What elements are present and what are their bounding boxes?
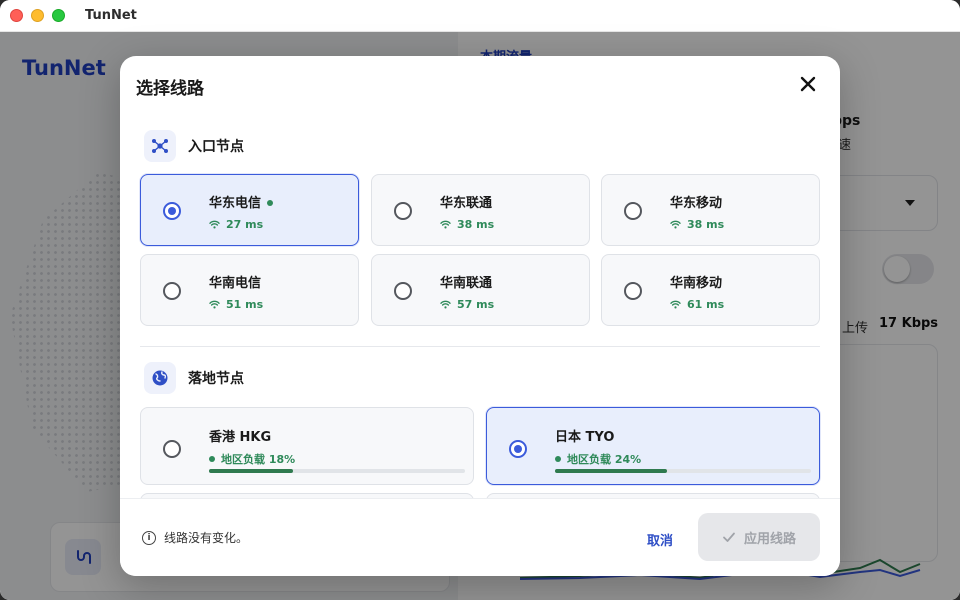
exit-option[interactable]: 香港 HKG 地区负载 18%	[140, 407, 474, 485]
footer-note: i 线路没有变化。	[142, 529, 248, 546]
entry-option[interactable]: 华东联通 38 ms	[371, 174, 590, 246]
entry-option[interactable]: 华东电信 27 ms	[140, 174, 359, 246]
dialog-header: 选择线路	[120, 56, 840, 114]
apply-route-label: 应用线路	[743, 531, 796, 547]
entry-section-header: 入口节点	[144, 130, 244, 162]
radio-button[interactable]	[624, 202, 642, 220]
exit-option-load: 地区负载 24%	[555, 451, 641, 467]
signal-icon	[440, 300, 451, 309]
title-bar: TunNet	[0, 0, 960, 32]
radio-button[interactable]	[394, 202, 412, 220]
radio-button[interactable]	[394, 282, 412, 300]
exit-option-name: 香港 HKG	[209, 430, 272, 445]
entry-section-label: 入口节点	[188, 139, 244, 155]
cancel-button[interactable]: 取消	[632, 523, 688, 555]
entry-option-name: 华南联通	[440, 276, 493, 291]
entry-option[interactable]: 华南电信 51 ms	[140, 254, 359, 326]
radio-button[interactable]	[163, 440, 181, 458]
exit-section-label: 落地节点	[188, 371, 244, 387]
entry-option-latency: 51 ms	[209, 298, 263, 311]
entry-option-name: 华南移动	[670, 276, 723, 291]
load-bar	[209, 469, 465, 473]
apply-route-button[interactable]: 应用线路	[698, 513, 820, 561]
minimize-window-button[interactable]	[31, 9, 44, 22]
close-icon	[800, 76, 816, 92]
exit-option-load: 地区负载 18%	[209, 451, 295, 467]
entry-option-name: 华东移动	[670, 196, 723, 211]
signal-icon	[209, 220, 220, 229]
radio-button[interactable]	[163, 202, 181, 220]
entry-option[interactable]: 华南联通 57 ms	[371, 254, 590, 326]
load-bar	[555, 469, 811, 473]
exit-option[interactable]: 日本 TYO 地区负载 24%	[486, 407, 820, 485]
window-title: TunNet	[85, 8, 137, 23]
radio-button[interactable]	[163, 282, 181, 300]
load-status-dot	[209, 456, 215, 462]
check-icon	[723, 532, 735, 542]
dialog-footer: i 线路没有变化。 取消 应用线路	[120, 498, 840, 576]
entry-option-latency: 27 ms	[209, 218, 263, 231]
active-status-dot	[267, 199, 274, 206]
globe-icon	[144, 362, 176, 394]
app-window: TunNet TunNet 本期流量 bps 速 上传 17 Kbps 0 选择…	[0, 0, 960, 600]
signal-icon	[670, 220, 681, 229]
entry-option[interactable]: 华南移动 61 ms	[601, 254, 820, 326]
nodes-icon	[144, 130, 176, 162]
signal-icon	[209, 300, 220, 309]
dialog-body[interactable]: 入口节点 华东电信 27 ms 华东联通 38 ms 华东移动 38 ms 华南电信 51 m…	[120, 114, 840, 498]
close-dialog-button[interactable]	[794, 70, 822, 98]
entry-option-latency: 38 ms	[670, 218, 724, 231]
load-bar-fill	[555, 469, 667, 473]
footer-note-text: 线路没有变化。	[164, 531, 249, 545]
close-window-button[interactable]	[10, 9, 23, 22]
dialog-title: 选择线路	[136, 79, 204, 99]
entry-option-name: 华东联通	[440, 196, 493, 211]
info-icon: i	[142, 530, 156, 545]
load-status-dot	[555, 456, 561, 462]
zoom-window-button[interactable]	[52, 9, 65, 22]
load-bar-fill	[209, 469, 293, 473]
entry-option-latency: 57 ms	[440, 298, 494, 311]
entry-option-name: 华南电信	[209, 276, 262, 291]
window-controls	[10, 9, 65, 22]
entry-option-latency: 61 ms	[670, 298, 724, 311]
radio-button[interactable]	[624, 282, 642, 300]
route-select-dialog: 选择线路 入口节点 华东电信 27 ms 华东联通 38 ms 华东移动 38 …	[120, 56, 840, 576]
section-divider	[140, 346, 820, 347]
entry-option-latency: 38 ms	[440, 218, 494, 231]
signal-icon	[440, 220, 451, 229]
entry-option[interactable]: 华东移动 38 ms	[601, 174, 820, 246]
entry-option-name: 华东电信	[209, 192, 274, 211]
radio-button[interactable]	[509, 440, 527, 458]
exit-section-header: 落地节点	[144, 362, 244, 394]
signal-icon	[670, 300, 681, 309]
exit-option-name: 日本 TYO	[555, 430, 615, 445]
